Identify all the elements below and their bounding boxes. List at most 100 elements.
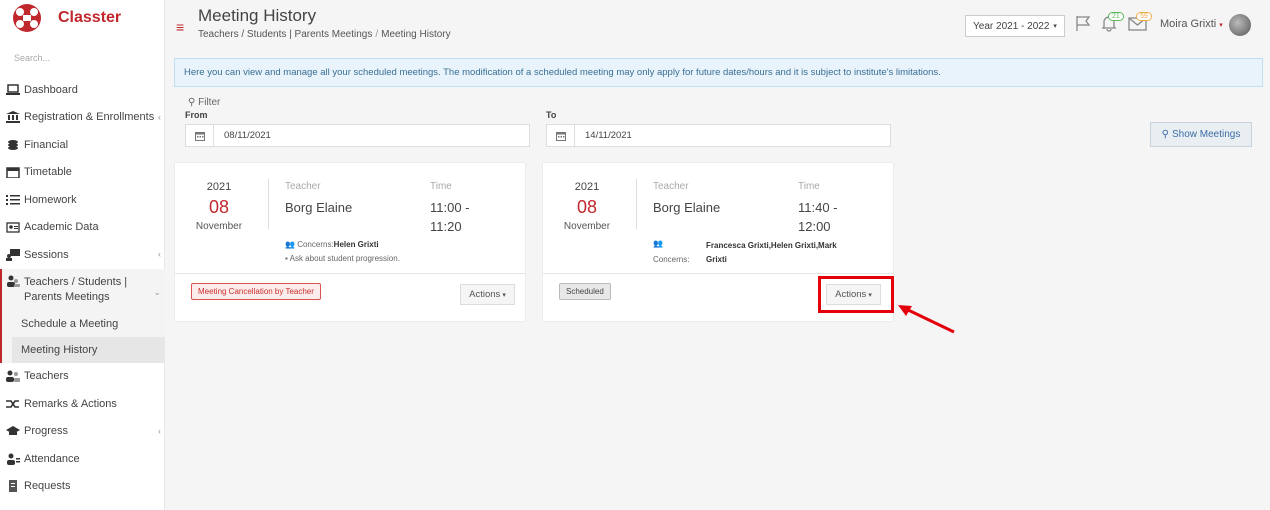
- chevron-left-icon: ‹: [158, 111, 161, 122]
- teacher-label: Teacher: [285, 181, 321, 192]
- caret-down-icon: ▾: [502, 291, 506, 299]
- sidebar-item-homework[interactable]: Homework: [0, 186, 165, 214]
- breadcrumb: Teachers / Students | Parents Meetings / M…: [198, 29, 451, 40]
- sidebar-item-label: Registration & Enrollments: [24, 111, 155, 124]
- annotation-highlight-box: [818, 276, 894, 313]
- sidebar: Classter Search... Dashboard Registratio…: [0, 0, 165, 510]
- divider: [268, 179, 269, 229]
- sidebar-nav: Dashboard Registration & Enrollments ‹ F…: [0, 76, 165, 500]
- meeting-day: 08: [208, 197, 230, 217]
- time-start: 11:00 -: [430, 200, 470, 215]
- coins-icon: [8, 139, 18, 150]
- sidebar-subitem-meeting-history[interactable]: Meeting History: [12, 336, 165, 363]
- time-end: 12:00: [798, 219, 831, 234]
- sidebar-item-label: Teachers: [24, 370, 69, 383]
- concerns-line: Grixti: [706, 255, 727, 264]
- sidebar-item-sessions[interactable]: Sessions ‹: [0, 241, 165, 269]
- sidebar-item-timetable[interactable]: Timetable: [0, 159, 165, 187]
- meeting-year: 2021: [574, 181, 600, 193]
- to-label: To: [546, 110, 557, 120]
- year-select[interactable]: Year 2021 - 2022 ▾: [965, 15, 1065, 37]
- annotation-arrow-icon: [898, 305, 955, 334]
- chevron-left-icon: ‹: [158, 249, 161, 259]
- sidebar-item-requests[interactable]: Requests: [0, 473, 165, 501]
- breadcrumb-item[interactable]: Teachers / Students | Parents Meetings: [198, 29, 372, 40]
- avatar[interactable]: [1229, 14, 1251, 36]
- sidebar-item-registration[interactable]: Registration & Enrollments ‹: [0, 104, 165, 132]
- brand[interactable]: Classter: [10, 3, 121, 33]
- calendar-icon: [6, 167, 20, 179]
- to-date-field[interactable]: 14/11/2021: [546, 124, 891, 147]
- sidebar-item-meetings[interactable]: Teachers / Students | Parents Meetings ⌄: [0, 268, 165, 311]
- shuffle-icon: [6, 399, 19, 408]
- show-meetings-button[interactable]: ⚲ Show Meetings: [1150, 122, 1252, 147]
- sidebar-item-progress[interactable]: Progress ‹: [0, 418, 165, 446]
- time-end: 11:20: [430, 219, 462, 234]
- caret-down-icon: ▾: [1053, 23, 1057, 30]
- meeting-month: November: [563, 221, 611, 232]
- sidebar-item-teachers[interactable]: Teachers: [0, 363, 165, 391]
- caret-down-icon: ▾: [1219, 22, 1223, 29]
- page-title: Meeting History: [198, 6, 317, 25]
- id-card-icon: [6, 222, 20, 233]
- user-group-icon: [7, 275, 20, 287]
- bank-icon: [6, 111, 20, 124]
- meeting-day: 08: [576, 197, 598, 217]
- card-divider: [175, 273, 525, 274]
- notifications-badge: 21: [1108, 12, 1124, 21]
- teacher-name: Borg Elaine: [653, 200, 721, 215]
- teacher-label: Teacher: [653, 181, 689, 192]
- sidebar-item-attendance[interactable]: Attendance: [0, 445, 165, 473]
- users-board-icon: [6, 248, 20, 261]
- sidebar-item-label: Requests: [24, 480, 71, 493]
- filter-label: Filter: [198, 97, 221, 108]
- sidebar-item-label: Homework: [24, 193, 77, 206]
- meeting-month: November: [195, 221, 243, 232]
- meeting-note: ▪ Ask about student progression.: [285, 254, 400, 263]
- filter-toggle[interactable]: ⚲ Filter: [188, 97, 220, 108]
- menu-toggle-icon[interactable]: ≡: [176, 19, 184, 35]
- from-date-field[interactable]: 08/11/2021: [185, 124, 530, 147]
- user-group-icon: 👥: [285, 240, 295, 249]
- chevron-left-icon: ‹: [158, 425, 161, 436]
- user-group-icon: 👥: [653, 239, 663, 248]
- sidebar-item-academic-data[interactable]: Academic Data: [0, 214, 165, 242]
- time-label: Time: [798, 181, 820, 192]
- actions-button[interactable]: Actions ▾: [460, 284, 515, 305]
- messages-badge: 59: [1136, 12, 1152, 21]
- sidebar-item-label: Financial: [24, 138, 69, 151]
- search-input[interactable]: Search...: [14, 53, 50, 63]
- teachers-icon: [6, 370, 20, 383]
- sidebar-item-label: Progress: [24, 425, 69, 438]
- graduation-cap-icon: [6, 426, 20, 436]
- sidebar-item-remarks[interactable]: Remarks & Actions: [0, 390, 165, 418]
- sidebar-item-financial[interactable]: Financial: [0, 131, 165, 159]
- sidebar-item-label: Remarks & Actions: [24, 397, 117, 410]
- list-icon: [6, 194, 20, 205]
- sidebar-item-label: Teachers / Students | Parents Meetings: [24, 275, 128, 303]
- info-alert: Here you can view and manage all your sc…: [174, 58, 1263, 87]
- card-divider: [543, 273, 893, 274]
- document-icon: [9, 480, 17, 493]
- sidebar-item-label: Attendance: [24, 452, 80, 465]
- sidebar-item-label: Timetable: [24, 166, 72, 179]
- status-badge: Scheduled: [559, 283, 611, 300]
- user-menu[interactable]: Moira Grixti ▾: [1160, 18, 1223, 30]
- note-text: Ask about student progression.: [289, 254, 400, 263]
- laptop-icon: [6, 84, 20, 95]
- sidebar-item-dashboard[interactable]: Dashboard: [0, 76, 165, 104]
- flag-icon[interactable]: [1074, 14, 1092, 32]
- sidebar-item-label: Sessions: [24, 248, 69, 261]
- from-date-value: 08/11/2021: [224, 130, 271, 141]
- sidebar-item-label: Dashboard: [24, 83, 78, 96]
- breadcrumb-item: Meeting History: [381, 29, 451, 40]
- calendar-icon: [186, 125, 214, 146]
- divider: [636, 179, 637, 229]
- show-meetings-label: Show Meetings: [1171, 129, 1241, 140]
- concerns: 👥 Concerns:Helen Grixti: [285, 240, 379, 249]
- from-label: From: [185, 110, 208, 120]
- classter-logo-icon: [13, 4, 41, 32]
- comment-icon: ▪: [285, 254, 288, 263]
- sidebar-subitem-schedule-meeting[interactable]: Schedule a Meeting: [2, 311, 165, 337]
- brand-name: Classter: [58, 9, 122, 26]
